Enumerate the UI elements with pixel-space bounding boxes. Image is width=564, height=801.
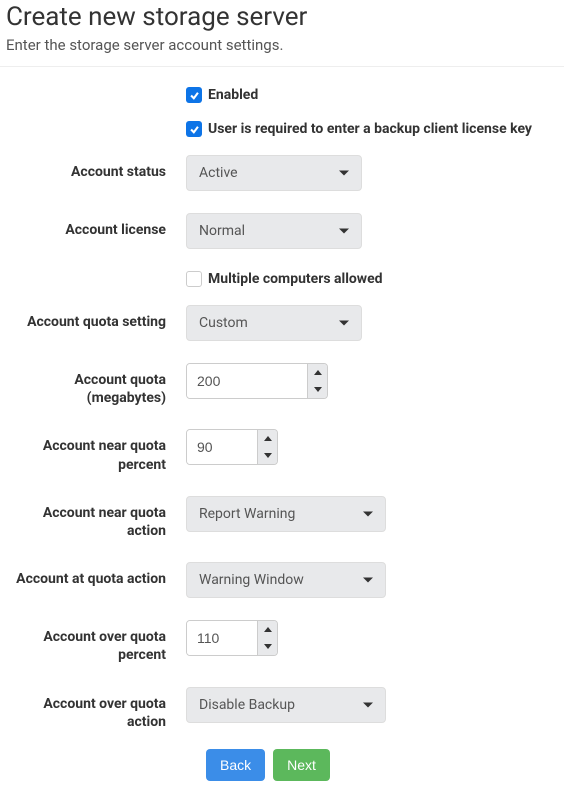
over-quota-percent-spinner[interactable]: [186, 620, 278, 656]
enabled-label: Enabled: [208, 87, 258, 103]
spinner-down-icon[interactable]: [308, 381, 327, 398]
account-status-select[interactable]: Active: [186, 155, 362, 191]
page-title: Create new storage server: [6, 2, 558, 32]
spinner-up-icon[interactable]: [308, 364, 327, 381]
caret-down-icon: [363, 511, 373, 516]
account-license-value: Normal: [199, 223, 245, 239]
over-quota-action-value: Disable Backup: [199, 697, 295, 713]
caret-down-icon: [339, 171, 349, 176]
next-button[interactable]: Next: [273, 749, 330, 781]
license-required-label: User is required to enter a backup clien…: [208, 121, 532, 137]
spinner-down-icon[interactable]: [258, 638, 277, 655]
at-quota-action-select[interactable]: Warning Window: [186, 562, 386, 598]
near-quota-percent-spinner[interactable]: [186, 429, 278, 465]
check-icon: [189, 90, 200, 101]
near-quota-percent-input[interactable]: [187, 430, 257, 464]
near-quota-action-label: Account near quota action: [6, 496, 186, 540]
near-quota-action-value: Report Warning: [199, 506, 295, 522]
back-button[interactable]: Back: [206, 749, 265, 781]
caret-down-icon: [363, 578, 373, 583]
over-quota-action-label: Account over quota action: [6, 687, 186, 731]
account-quota-mb-label: Account quota (megabytes): [6, 363, 186, 407]
at-quota-action-label: Account at quota action: [6, 562, 186, 588]
near-quota-action-select[interactable]: Report Warning: [186, 496, 386, 532]
near-quota-percent-label: Account near quota percent: [6, 429, 186, 473]
enabled-checkbox[interactable]: [186, 87, 202, 103]
account-license-label: Account license: [6, 213, 186, 239]
account-quota-setting-value: Custom: [199, 315, 248, 331]
account-quota-setting-select[interactable]: Custom: [186, 305, 362, 341]
account-quota-setting-label: Account quota setting: [6, 305, 186, 331]
spinner-down-icon[interactable]: [258, 447, 277, 464]
caret-down-icon: [363, 702, 373, 707]
spinner-up-icon[interactable]: [258, 621, 277, 638]
over-quota-percent-input[interactable]: [187, 621, 257, 655]
account-quota-mb-input[interactable]: [187, 364, 307, 398]
over-quota-action-select[interactable]: Disable Backup: [186, 687, 386, 723]
license-required-checkbox[interactable]: [186, 121, 202, 137]
account-status-value: Active: [199, 165, 238, 181]
over-quota-percent-label: Account over quota percent: [6, 620, 186, 664]
caret-down-icon: [339, 321, 349, 326]
page-subtitle: Enter the storage server account setting…: [6, 36, 558, 54]
account-status-label: Account status: [6, 155, 186, 181]
check-icon: [189, 124, 200, 135]
at-quota-action-value: Warning Window: [199, 572, 304, 588]
spinner-up-icon[interactable]: [258, 430, 277, 447]
multiple-computers-checkbox[interactable]: [186, 271, 202, 287]
account-license-select[interactable]: Normal: [186, 213, 362, 249]
divider: [0, 66, 564, 67]
multiple-computers-label: Multiple computers allowed: [208, 271, 383, 287]
caret-down-icon: [339, 229, 349, 234]
account-quota-mb-spinner[interactable]: [186, 363, 328, 399]
